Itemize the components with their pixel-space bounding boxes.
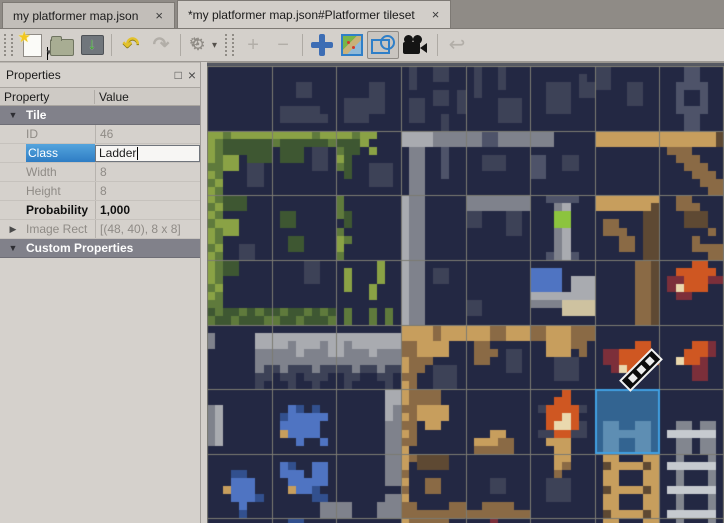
- return-arrow-icon: ↩: [449, 35, 466, 55]
- app-window: { "tabs": [ {"label": "my platformer map…: [0, 0, 724, 523]
- toolbar-separator: [111, 34, 112, 56]
- property-row-id[interactable]: ID 46: [0, 125, 200, 144]
- star-icon: ★: [18, 28, 31, 46]
- property-label: Probability: [26, 201, 95, 219]
- property-label: Width: [26, 163, 95, 181]
- chevron-down-icon[interactable]: ▾: [212, 40, 217, 51]
- folder-icon: [50, 39, 74, 56]
- text-caret: [137, 147, 138, 160]
- select-move-tool-button[interactable]: [307, 31, 337, 59]
- back-to-map-button[interactable]: ↩: [442, 31, 472, 59]
- tileset-view[interactable]: [207, 62, 724, 523]
- gear-icon: ⚙: [189, 35, 200, 49]
- properties-panel: Properties □ × Property Value ▼ Tile ID …: [0, 62, 201, 523]
- property-value: 8: [95, 182, 200, 200]
- property-row-height[interactable]: Height 8: [0, 182, 200, 201]
- toolbar-separator: [302, 34, 303, 56]
- class-value-input[interactable]: Ladder: [95, 145, 200, 162]
- main-toolbar: ★ ▾ ↓ ↶ ↷ ⚙ ⚙ ▾ + −: [0, 29, 724, 62]
- automapping-button[interactable]: ⚙ ⚙: [185, 31, 211, 59]
- tab-label: *my platformer map.json#Platformer tiles…: [188, 8, 415, 22]
- close-icon[interactable]: ×: [429, 8, 443, 21]
- property-label: ID: [26, 125, 95, 143]
- save-disk-icon: ↓: [81, 35, 104, 55]
- down-arrow-icon: ↓: [88, 38, 96, 52]
- properties-panel-titlebar[interactable]: Properties □ ×: [0, 62, 200, 87]
- group-row-tile[interactable]: ▼ Tile: [0, 106, 200, 125]
- column-header-value[interactable]: Value: [95, 90, 200, 104]
- property-value: 46: [95, 125, 200, 143]
- close-panel-icon[interactable]: ×: [188, 69, 196, 81]
- tab-map-document[interactable]: my platformer map.json ×: [2, 2, 175, 28]
- property-label: Class: [26, 144, 95, 162]
- property-value: [(48, 40), 8 x 8]: [95, 220, 200, 238]
- tile-collision-editor-button[interactable]: [367, 31, 399, 59]
- property-value: 8: [95, 163, 200, 181]
- document-tab-bar: my platformer map.json × *my platformer …: [0, 0, 724, 29]
- group-row-custom-properties[interactable]: ▼ Custom Properties: [0, 239, 200, 258]
- circle-icon: [380, 35, 395, 50]
- properties-header-row: Property Value: [0, 87, 200, 106]
- plus-icon: +: [247, 35, 259, 55]
- tab-tileset-document[interactable]: *my platformer map.json#Platformer tiles…: [177, 0, 451, 28]
- input-text: Ladder: [99, 146, 136, 160]
- new-file-icon: ★ ▾: [23, 34, 42, 57]
- undo-icon: ↶: [123, 35, 140, 55]
- toolbar-separator: [180, 34, 181, 56]
- column-header-property[interactable]: Property: [0, 90, 95, 104]
- toolbar-grip-handle[interactable]: [4, 34, 13, 56]
- save-button[interactable]: ↓: [77, 31, 107, 59]
- property-label: Height: [26, 182, 95, 200]
- zoom-in-button[interactable]: +: [238, 31, 268, 59]
- open-file-button[interactable]: [47, 31, 77, 59]
- tab-label: my platformer map.json: [13, 9, 138, 23]
- group-label: Tile: [26, 108, 46, 122]
- property-row-image-rect[interactable]: ▶ Image Rect [(48, 40), 8 x 8]: [0, 220, 200, 239]
- redo-icon: ↷: [153, 35, 170, 55]
- movie-camera-icon: [403, 35, 429, 55]
- toolbar-separator: [437, 34, 438, 56]
- group-label: Custom Properties: [26, 241, 133, 255]
- float-panel-icon[interactable]: □: [175, 69, 182, 81]
- redo-button[interactable]: ↷: [146, 31, 176, 59]
- toolbar-grip-handle[interactable]: [225, 34, 234, 56]
- close-icon[interactable]: ×: [152, 9, 166, 22]
- new-file-button[interactable]: ★ ▾: [17, 31, 47, 59]
- property-row-class[interactable]: Class Ladder: [0, 144, 200, 163]
- zoom-out-button[interactable]: −: [268, 31, 298, 59]
- map-image-icon: [341, 34, 363, 56]
- property-value: 1,000: [95, 201, 200, 219]
- minus-icon: −: [277, 35, 289, 55]
- edit-tileset-button[interactable]: [337, 31, 367, 59]
- property-row-probability[interactable]: Probability 1,000: [0, 201, 200, 220]
- collapse-triangle-icon[interactable]: ▼: [0, 243, 26, 253]
- tileset-canvas[interactable]: [207, 66, 724, 523]
- expand-triangle-icon[interactable]: ▶: [0, 220, 26, 238]
- property-label: Image Rect: [26, 220, 95, 238]
- tile-animation-editor-button[interactable]: [399, 31, 433, 59]
- shapes-icon: [371, 35, 395, 55]
- undo-button[interactable]: ↶: [116, 31, 146, 59]
- property-row-width[interactable]: Width 8: [0, 163, 200, 182]
- panel-title: Properties: [6, 68, 61, 82]
- move-arrows-icon: [311, 34, 333, 56]
- collapse-triangle-icon[interactable]: ▼: [0, 110, 26, 120]
